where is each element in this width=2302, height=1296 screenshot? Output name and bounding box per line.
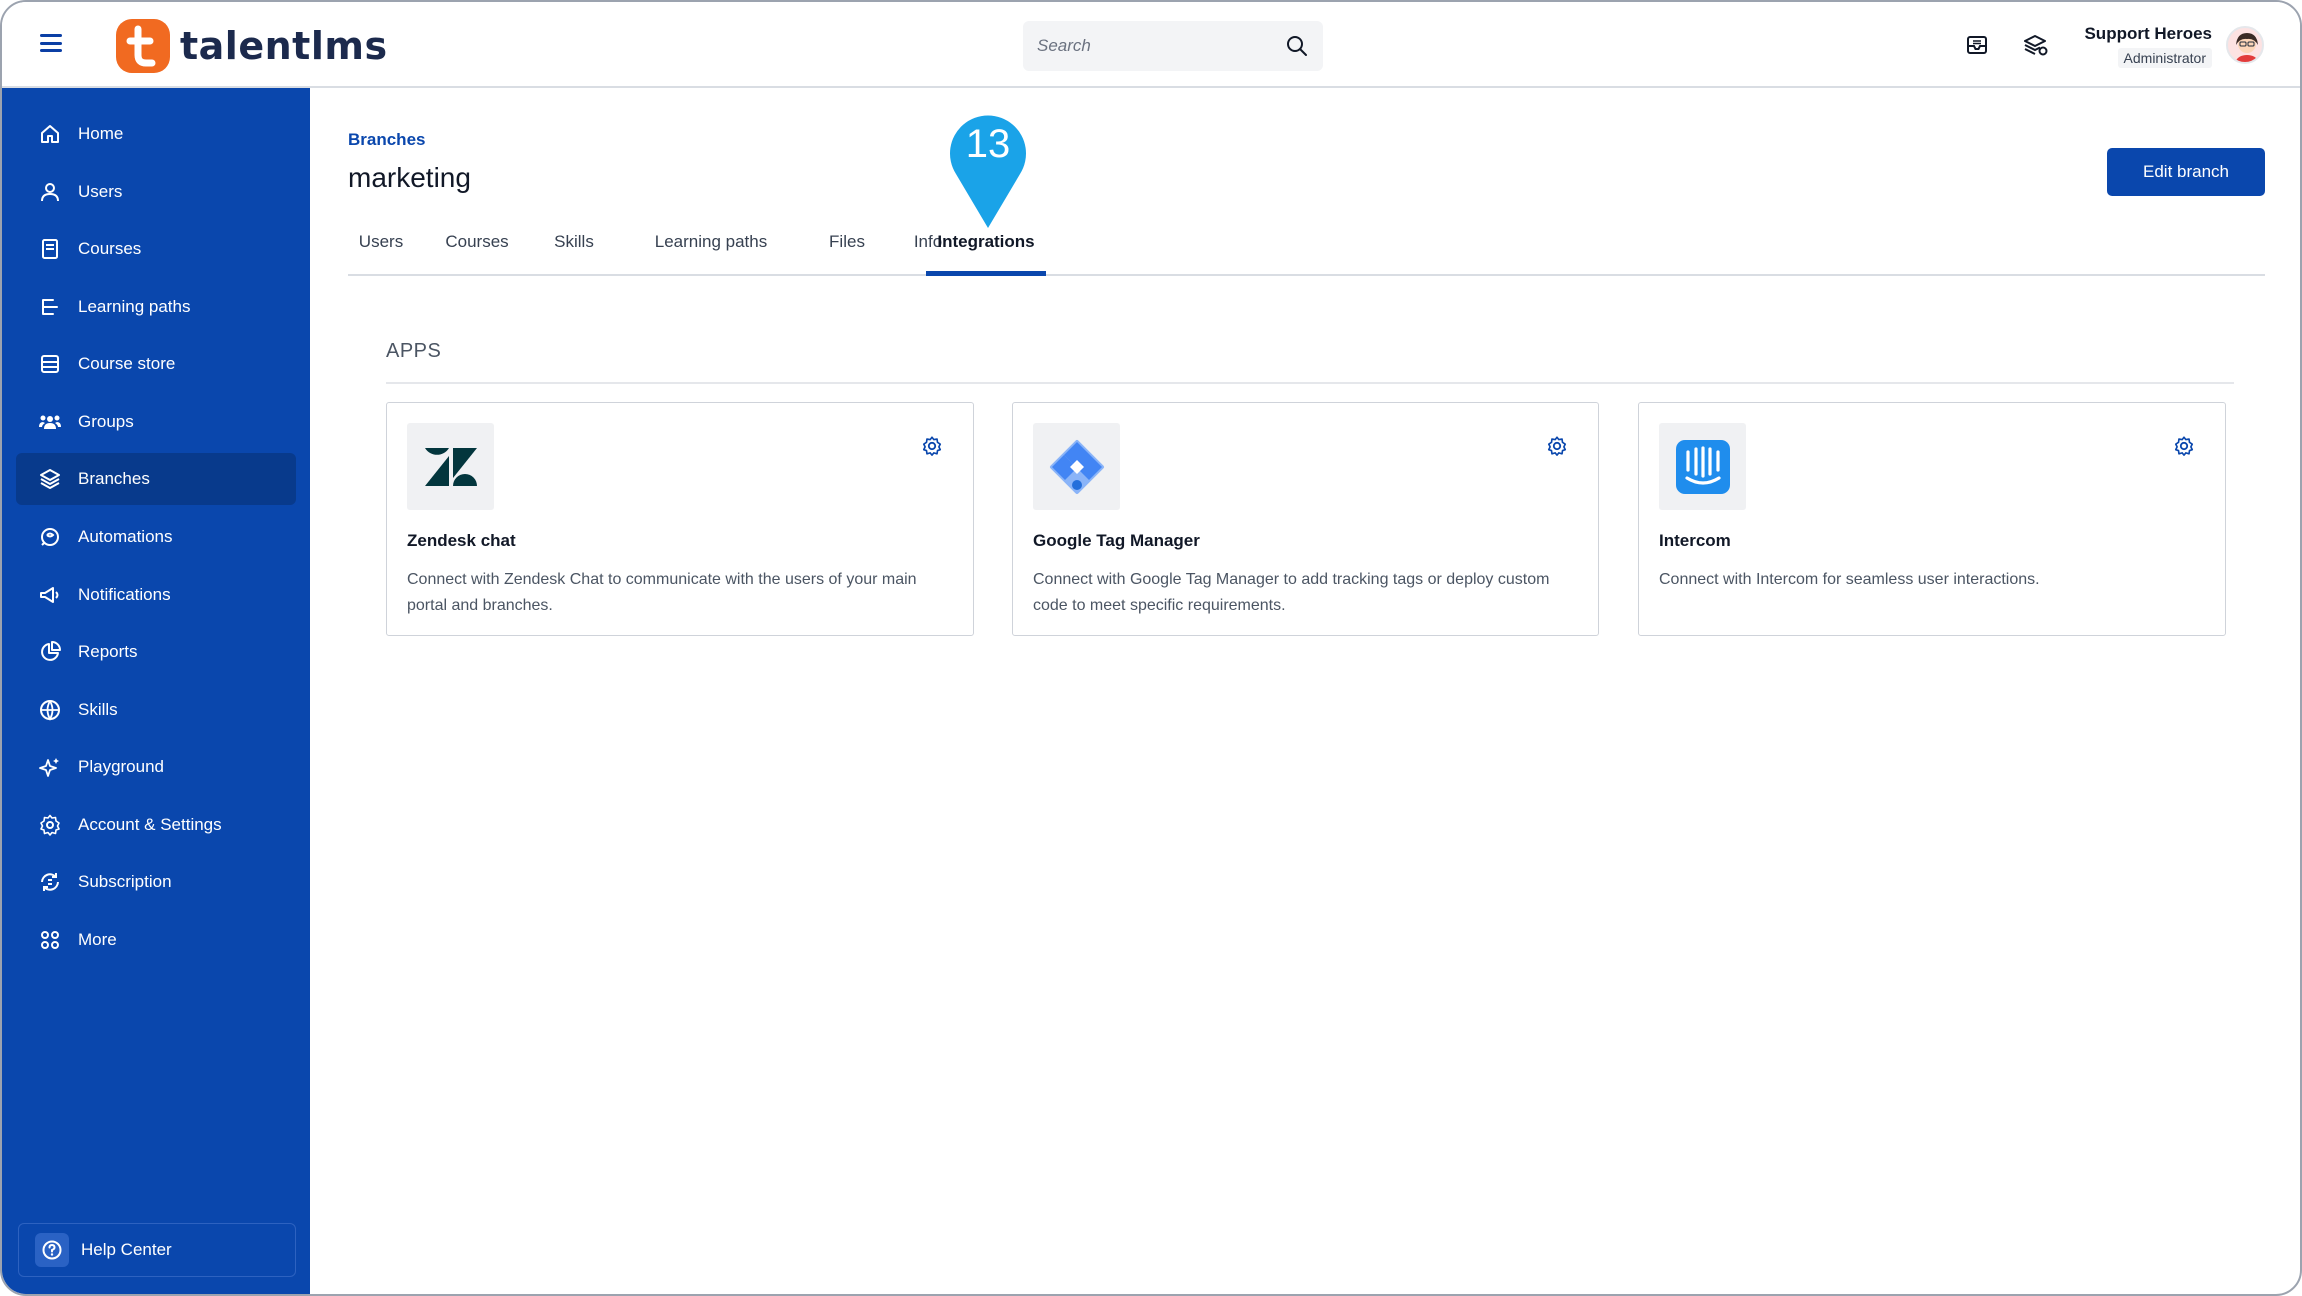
edit-branch-button[interactable]: Edit branch <box>2107 148 2265 196</box>
gear-icon[interactable] <box>921 435 943 457</box>
sidebar-item-label: Playground <box>78 757 165 776</box>
user-role: Administrator <box>2117 48 2212 68</box>
section-divider <box>386 382 2234 384</box>
menu-toggle-icon[interactable] <box>40 34 62 52</box>
home-icon <box>41 125 59 143</box>
search-icon[interactable] <box>1285 34 1309 58</box>
sidebar-item-label: Skills <box>78 700 118 719</box>
help-center-button[interactable]: Help Center <box>18 1223 296 1277</box>
app-description: Connect with Intercom for seamless user … <box>1659 571 2040 588</box>
sidebar-item-home[interactable]: Home <box>16 108 296 160</box>
zendesk-logo-icon <box>407 423 494 510</box>
subscription-icon <box>41 873 59 891</box>
page-title: marketing <box>348 162 471 193</box>
intercom-logo-icon <box>1659 423 1746 510</box>
sidebar-item-branches[interactable]: Branches <box>16 453 296 505</box>
sidebar-item-course-store[interactable]: Course store <box>16 338 296 390</box>
pie-chart-icon <box>41 641 61 661</box>
learning-path-icon <box>42 299 58 315</box>
app-name: Zendesk chat <box>407 531 516 550</box>
sidebar-item-courses[interactable]: Courses <box>16 223 296 275</box>
sidebar-item-subscription[interactable]: Subscription <box>16 856 296 908</box>
switch-branch-icon[interactable] <box>2020 30 2050 60</box>
grid-icon <box>41 931 59 949</box>
sidebar-item-more[interactable]: More <box>16 914 296 966</box>
app-name: Intercom <box>1659 531 1731 550</box>
sidebar: Home Users Courses Learning paths Course… <box>2 88 310 1294</box>
tab-courses[interactable]: Courses <box>434 224 520 276</box>
sparkle-icon <box>39 758 59 777</box>
app-card-zendesk: Zendesk chat Connect with Zendesk Chat t… <box>386 402 974 636</box>
sidebar-item-label: Automations <box>78 527 173 546</box>
sidebar-item-label: Course store <box>78 354 176 373</box>
inbox-icon[interactable] <box>1962 30 1992 60</box>
tab-users[interactable]: Users <box>348 224 414 276</box>
tab-skills[interactable]: Skills <box>538 224 610 276</box>
breadcrumb[interactable]: Branches <box>348 130 425 150</box>
google-tag-manager-logo-icon <box>1033 423 1120 510</box>
book-icon <box>42 239 58 259</box>
sidebar-item-label: Reports <box>78 642 138 661</box>
sidebar-item-reports[interactable]: Reports <box>16 626 296 678</box>
sidebar-item-label: Branches <box>78 469 150 488</box>
skills-icon <box>40 700 60 721</box>
app-card-google-tag-manager: Google Tag Manager Connect with Google T… <box>1012 402 1599 636</box>
search-box[interactable] <box>1023 21 1323 71</box>
help-center-label: Help Center <box>81 1240 172 1259</box>
sidebar-item-label: More <box>78 930 117 949</box>
sidebar-item-label: Account & Settings <box>78 815 222 834</box>
sidebar-item-label: Groups <box>78 412 134 431</box>
store-icon <box>41 355 59 373</box>
gear-icon <box>40 814 60 836</box>
groups-icon <box>39 415 61 429</box>
gear-icon[interactable] <box>1546 435 1568 457</box>
automation-icon <box>41 528 59 546</box>
logo-text: talentlms <box>180 24 388 68</box>
step-marker-number: 13 <box>965 122 1011 166</box>
user-name: Support Heroes <box>2084 24 2212 43</box>
sidebar-item-account-settings[interactable]: Account & Settings <box>16 799 296 851</box>
app-window: talentlms Support Heroes Administrator <box>0 0 2302 1296</box>
megaphone-icon <box>40 587 59 603</box>
sidebar-item-label: Subscription <box>78 872 172 891</box>
sidebar-item-label: Learning paths <box>78 297 191 316</box>
sidebar-item-automations[interactable]: Automations <box>16 511 296 563</box>
app-card-intercom: Intercom Connect with Intercom for seaml… <box>1638 402 2226 636</box>
tab-files[interactable]: Files <box>812 224 882 276</box>
section-title: APPS <box>386 340 442 362</box>
search-input[interactable] <box>1037 36 1285 56</box>
top-bar: talentlms Support Heroes Administrator <box>2 2 2300 88</box>
sidebar-item-label: Home <box>78 124 124 143</box>
sidebar-item-playground[interactable]: Playground <box>16 741 296 793</box>
logo[interactable]: talentlms <box>116 18 388 74</box>
talentlms-logo-icon <box>116 19 170 73</box>
sidebar-item-label: Courses <box>78 239 142 258</box>
sidebar-item-users[interactable]: Users <box>16 166 296 218</box>
gear-icon[interactable] <box>2173 435 2195 457</box>
layers-icon <box>40 469 60 489</box>
sidebar-item-skills[interactable]: Skills <box>16 684 296 736</box>
app-description: Connect with Google Tag Manager to add t… <box>1033 571 1550 614</box>
sidebar-item-label: Users <box>78 182 123 201</box>
sidebar-item-groups[interactable]: Groups <box>16 396 296 448</box>
user-icon <box>41 183 59 202</box>
tab-integrations[interactable]: Integrations <box>926 224 1046 276</box>
help-icon <box>35 1233 69 1267</box>
step-marker: 13 <box>948 112 1028 230</box>
sidebar-item-learning-paths[interactable]: Learning paths <box>16 281 296 333</box>
sidebar-item-notifications[interactable]: Notifications <box>16 569 296 621</box>
app-name: Google Tag Manager <box>1033 531 1200 550</box>
avatar[interactable] <box>2226 26 2264 64</box>
sidebar-item-label: Notifications <box>78 585 171 604</box>
tab-learning-paths[interactable]: Learning paths <box>628 224 794 276</box>
tab-bar: Users Courses Skills Learning paths File… <box>348 224 2265 276</box>
app-description: Connect with Zendesk Chat to communicate… <box>407 571 917 614</box>
main-content: Branches marketing Edit branch Users Cou… <box>310 88 2300 1294</box>
